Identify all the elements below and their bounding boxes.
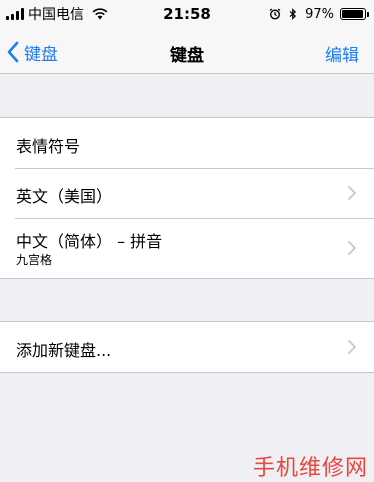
keyboards-list: 表情符号 英文（美国） 中文（简体） – 拼音 九宫格 xyxy=(0,117,374,279)
chevron-right-icon xyxy=(348,340,356,354)
page-title: 键盘 xyxy=(170,46,204,66)
keyboard-row-label: 中文（简体） – 拼音 xyxy=(16,232,163,251)
navigation-bar: 键盘 键盘 编辑 xyxy=(0,30,374,74)
add-keyboard-label: 添加新键盘... xyxy=(16,341,112,360)
watermark-text: 手机维修网 xyxy=(252,456,368,481)
battery-tip xyxy=(367,12,369,17)
keyboard-row-emoji[interactable]: 表情符号 xyxy=(0,118,374,168)
keyboard-row-chinese-pinyin[interactable]: 中文（简体） – 拼音 九宫格 xyxy=(0,218,374,278)
keyboard-row-label: 英文（美国） xyxy=(16,187,113,206)
add-keyboard-row[interactable]: 添加新键盘... xyxy=(0,322,374,372)
battery-percent: 97% xyxy=(305,6,334,22)
battery-fill xyxy=(342,10,364,18)
keyboard-row-label: 表情符号 xyxy=(16,137,81,156)
keyboard-row-subtitle: 九宫格 xyxy=(16,253,53,267)
chevron-right-icon xyxy=(348,241,356,255)
bluetooth-icon xyxy=(289,8,297,20)
chevron-right-icon xyxy=(348,186,356,200)
status-bar: 中国电信 21:58 97% xyxy=(0,0,374,30)
alarm-icon xyxy=(269,8,281,20)
add-keyboard-group: 添加新键盘... xyxy=(0,321,374,373)
battery-icon xyxy=(340,8,369,20)
edit-button[interactable]: 编辑 xyxy=(325,41,359,66)
status-right: 97% xyxy=(269,5,369,23)
keyboard-row-english[interactable]: 英文（美国） xyxy=(0,168,374,218)
